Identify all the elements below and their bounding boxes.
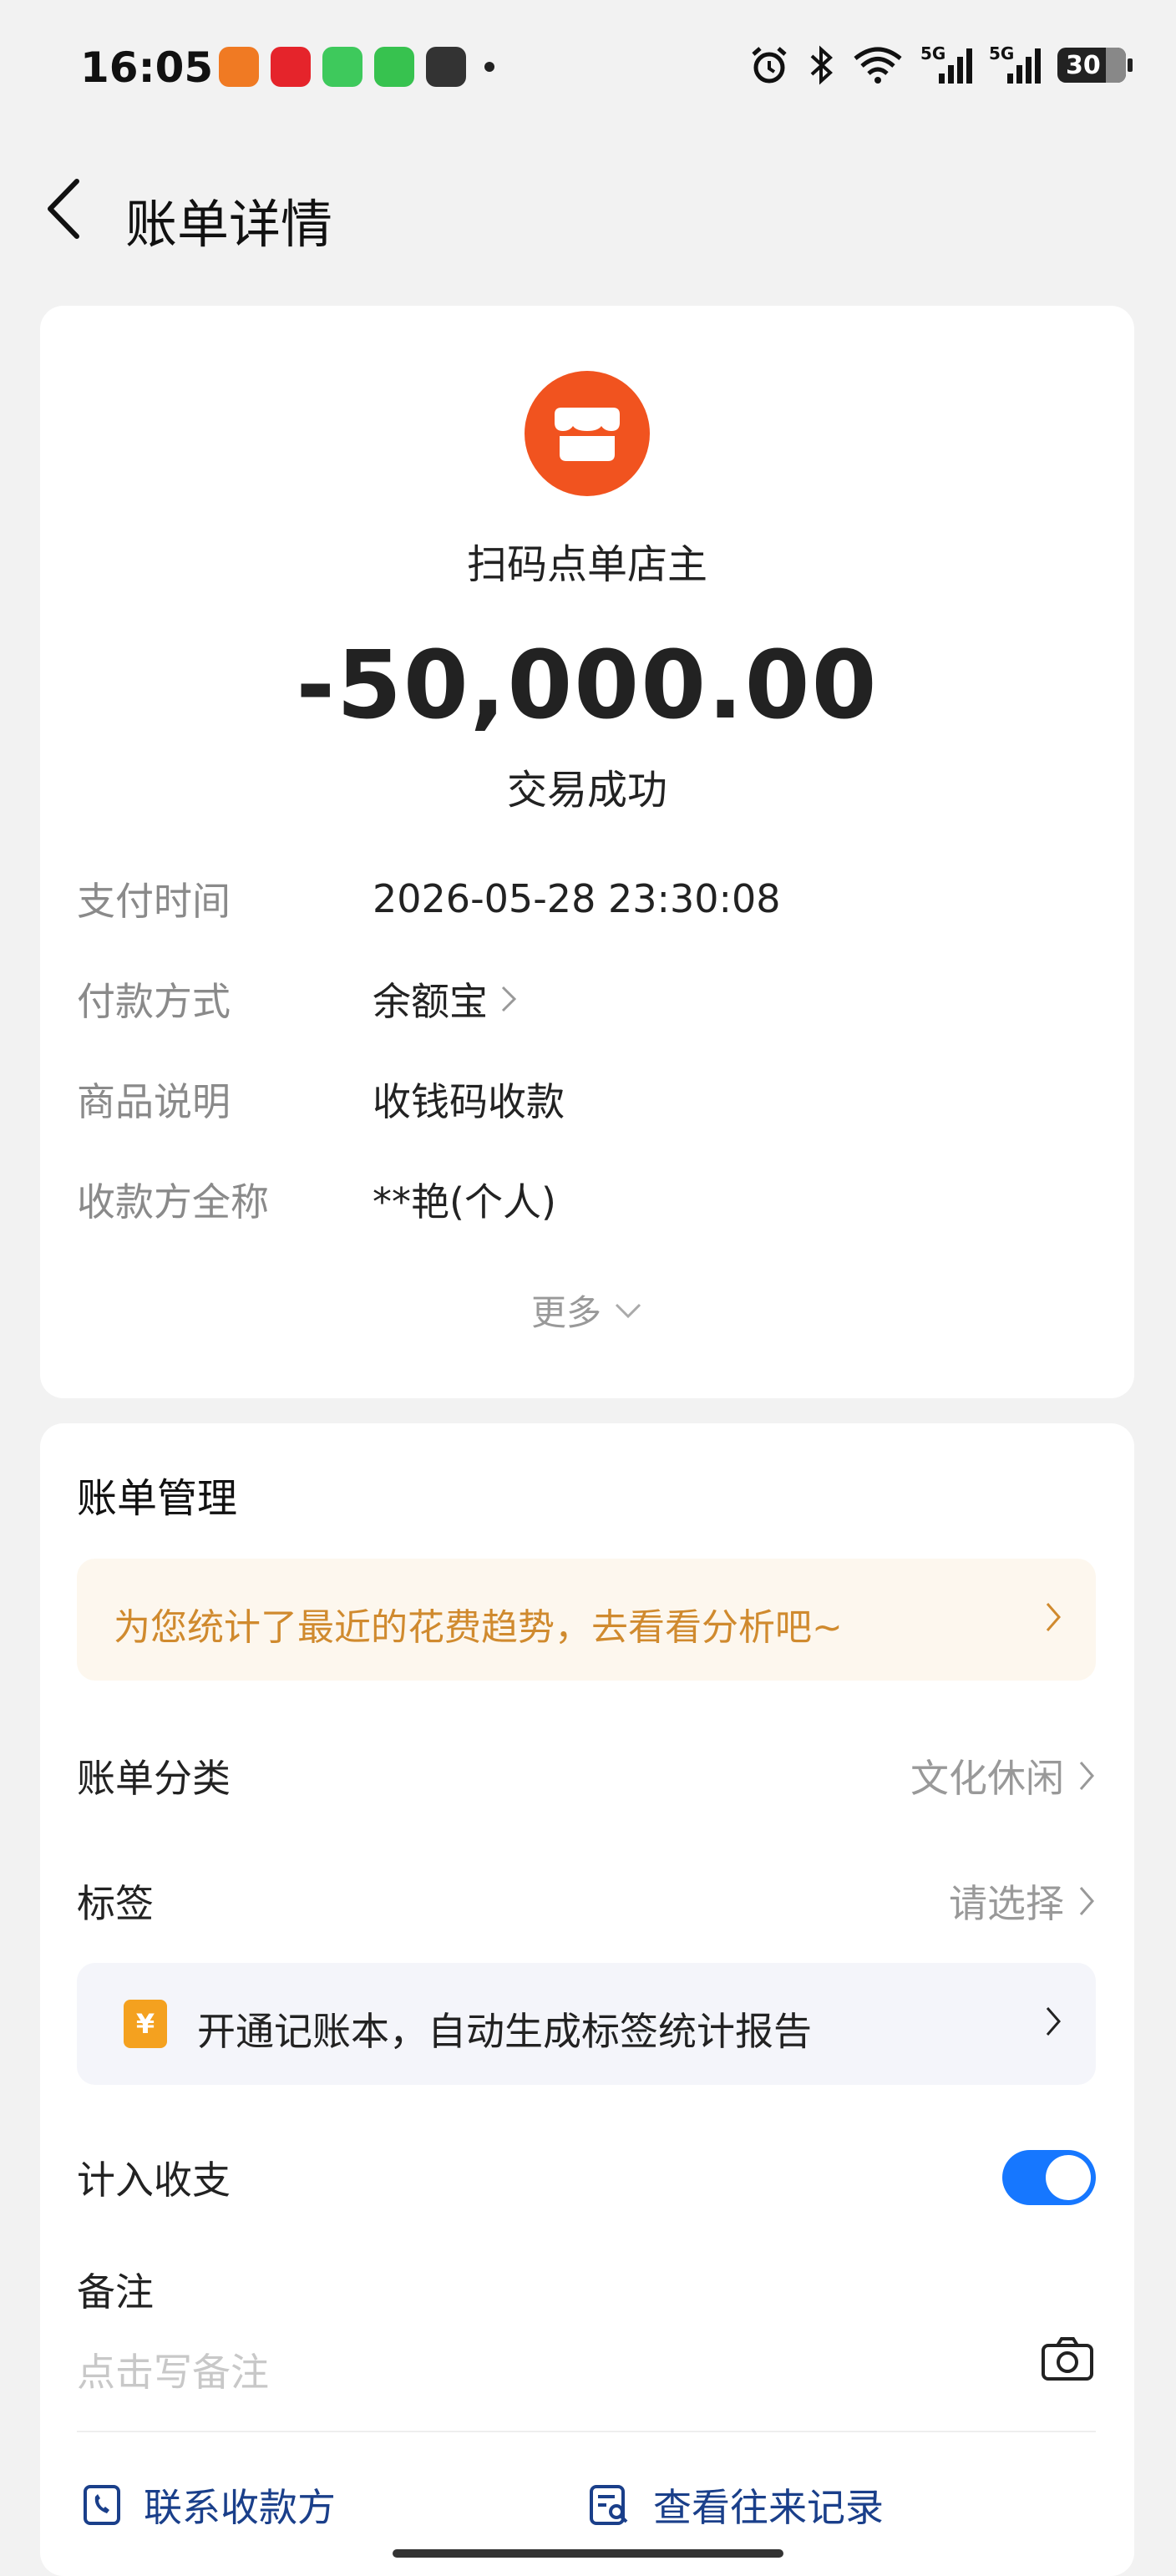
detail-label: 付款方式: [77, 979, 231, 1024]
transaction-amount: -50,000.00: [296, 631, 879, 740]
page-title: 账单详情: [125, 194, 333, 255]
chevron-right-icon: [1046, 2007, 1061, 2036]
transaction-card: 扫码点单店主 -50,000.00 交易成功 支付时间 2026-05-28 2…: [40, 306, 1134, 1398]
detail-row-payee: 收款方全称 **艳(个人): [77, 1166, 556, 1233]
contact-payee-label: 联系收款方: [144, 2485, 336, 2530]
system-icons: 5G 5G 30: [748, 43, 1133, 87]
note-input[interactable]: 点击写备注: [77, 2342, 269, 2397]
detail-label: 收款方全称: [77, 1179, 269, 1225]
wifi-icon: [854, 47, 902, 84]
row-label: 计入收支: [77, 2158, 231, 2203]
nav-bar: 账单详情: [0, 159, 1176, 259]
detail-row-description: 商品说明 收钱码收款: [77, 1066, 565, 1133]
phone-app-icon: [322, 47, 362, 87]
status-bar: 16:05 5G 5G 30: [0, 0, 1176, 142]
include-in-stats-toggle[interactable]: [1002, 2150, 1096, 2205]
chevron-right-icon: [501, 986, 517, 1012]
view-history-label: 查看往来记录: [653, 2485, 884, 2530]
ledger-ticket-icon: ¥: [124, 2000, 167, 2048]
detail-label: 支付时间: [77, 879, 231, 924]
back-button[interactable]: [37, 175, 90, 242]
signal-icon: 5G: [989, 43, 1041, 87]
detail-value: 余额宝: [373, 979, 488, 1024]
tag-row[interactable]: 标签 请选择: [77, 1864, 1096, 1939]
ledger-banner[interactable]: ¥ 开通记账本，自动生成标签统计报告: [77, 1963, 1096, 2085]
bill-management-card: 账单管理 为您统计了最近的花费趋势，去看看分析吧~ 账单分类 文化休闲 标签 请…: [40, 1423, 1134, 2576]
spending-analysis-banner[interactable]: 为您统计了最近的花费趋势，去看看分析吧~: [77, 1559, 1096, 1681]
row-label: 备注: [77, 2269, 154, 2315]
message-app-icon: [374, 47, 414, 87]
view-history-button[interactable]: 查看往来记录: [588, 2477, 884, 2533]
detail-value: 2026-05-28 23:30:08: [373, 876, 781, 921]
transaction-status: 交易成功: [506, 767, 667, 814]
more-notifications-dot: [484, 62, 494, 72]
banner-text: 为您统计了最近的花费趋势，去看看分析吧~: [114, 1606, 843, 1649]
record-search-icon: [590, 2485, 628, 2525]
chevron-right-icon: [1046, 1603, 1061, 1631]
battery-icon: 30: [1057, 48, 1133, 83]
chevron-down-icon: [615, 1303, 641, 1318]
include-in-stats-row: 计入收支: [77, 2140, 912, 2215]
heart-app-icon: [271, 47, 311, 87]
battery-level: 30: [1066, 50, 1101, 80]
status-time: 16:05: [80, 43, 214, 92]
detail-label: 商品说明: [77, 1079, 231, 1124]
contact-payee-button[interactable]: 联系收款方: [82, 2477, 336, 2533]
chevron-right-icon: [1079, 1762, 1094, 1790]
note-row: 备注: [77, 2252, 1096, 2327]
row-value: 请选择: [949, 1881, 1064, 1926]
toggle-knob: [1046, 2155, 1091, 2200]
detail-row-payment-method[interactable]: 付款方式 余额宝: [77, 966, 518, 1032]
video-app-icon: [219, 47, 259, 87]
banner-text: 开通记账本，自动生成标签统计报告: [197, 2009, 812, 2054]
row-value: 文化休闲: [910, 1756, 1064, 1801]
alarm-icon: [752, 47, 787, 84]
more-button[interactable]: 更多: [40, 1285, 1134, 1336]
back-arrow-icon: [48, 179, 79, 239]
dark-app-icon: [426, 47, 466, 87]
signal-icon: 5G: [920, 43, 972, 87]
row-label: 标签: [77, 1881, 154, 1926]
shop-icon: [525, 371, 650, 496]
camera-icon[interactable]: [1041, 2335, 1094, 2382]
row-label: 账单分类: [77, 1756, 231, 1801]
detail-row-pay-time: 支付时间 2026-05-28 23:30:08: [77, 865, 781, 932]
merchant-name: 扫码点单店主: [466, 541, 707, 588]
home-indicator[interactable]: [393, 2549, 783, 2558]
phone-icon: [84, 2485, 120, 2525]
detail-value: 收钱码收款: [373, 1079, 565, 1124]
detail-value: **艳(个人): [373, 1179, 556, 1225]
section-title: 账单管理: [77, 1475, 238, 1522]
notification-app-icons: [219, 47, 494, 87]
bill-category-row[interactable]: 账单分类 文化休闲: [77, 1738, 1096, 1813]
more-label: 更多: [530, 1292, 601, 1333]
divider: [77, 2431, 1096, 2432]
bluetooth-icon: [810, 45, 833, 85]
chevron-right-icon: [1079, 1887, 1094, 1915]
